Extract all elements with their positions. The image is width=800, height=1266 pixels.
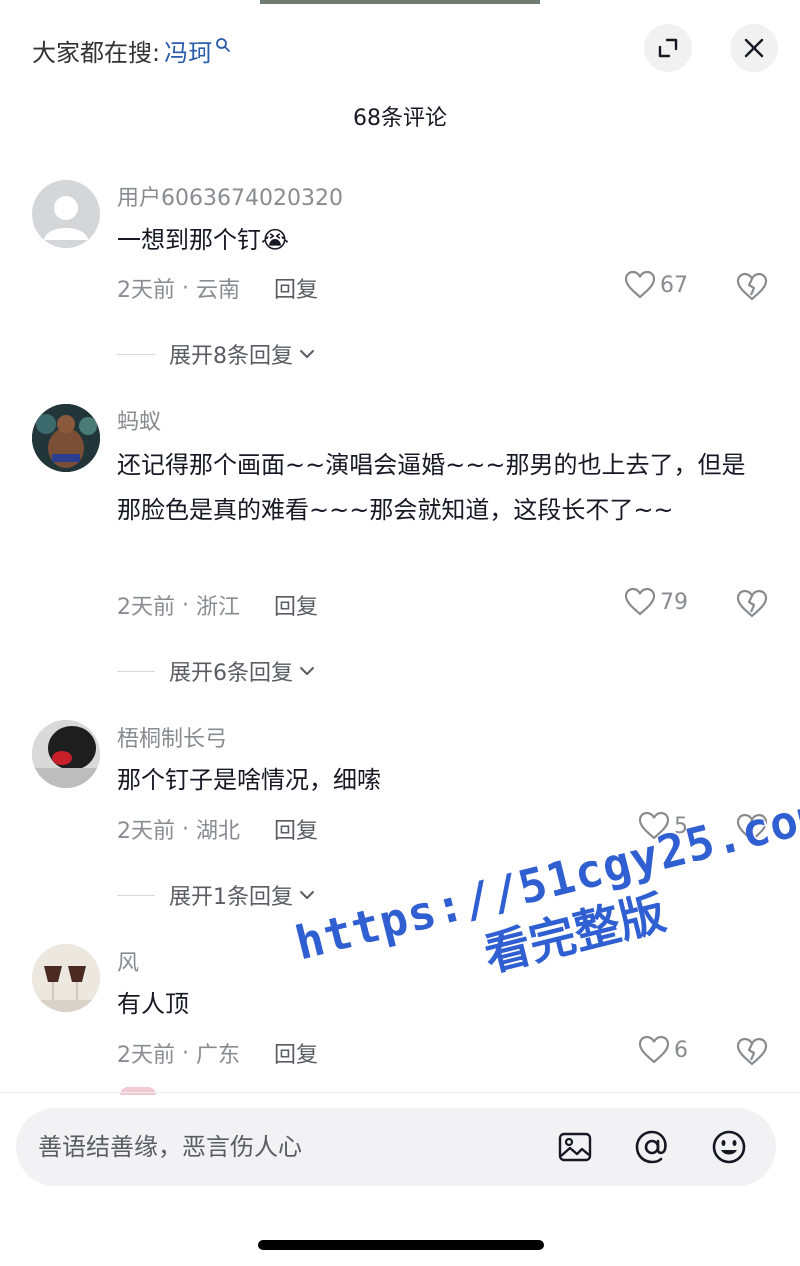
comment-location: 广东 [195, 1043, 240, 1068]
expand-button[interactable] [644, 24, 692, 72]
reply-button[interactable]: 回复 [274, 813, 318, 845]
reply-button[interactable]: 回复 [274, 589, 318, 621]
comment-input[interactable] [38, 1108, 538, 1186]
like-button[interactable]: 5 [638, 811, 688, 841]
comment-username[interactable]: 梧桐制长弓 [117, 721, 227, 753]
search-suggestion-keyword[interactable]: 冯珂 [164, 33, 212, 68]
expand-replies-button[interactable]: 展开6条回复 [117, 655, 317, 687]
watermark-url: https://51cgy25.com [290, 786, 800, 971]
home-indicator [258, 1240, 544, 1250]
expand-line [117, 353, 155, 355]
expand-line [117, 670, 155, 672]
comment-time: 2天前 [117, 278, 175, 303]
broken-heart-icon[interactable] [736, 271, 768, 303]
comment-meta: 2天前 · 湖北 回复 [117, 813, 318, 845]
comment-input-bar [16, 1108, 776, 1186]
heart-icon [638, 811, 670, 840]
next-comment-avatar [120, 1087, 156, 1095]
comment-username[interactable]: 风 [117, 945, 139, 977]
close-icon [744, 38, 764, 58]
comment-time: 2天前 [117, 595, 175, 620]
expand-icon [658, 38, 678, 58]
broken-heart-icon[interactable] [736, 1036, 768, 1068]
chevron-down-icon [300, 350, 314, 358]
reply-button[interactable]: 回复 [274, 1037, 318, 1069]
comment-meta: 2天前 · 浙江 回复 [117, 589, 318, 621]
comment-text: 那个钉子是啥情况，细嗦 [117, 766, 381, 794]
avatar-image [32, 720, 100, 788]
expand-replies-label: 展开8条回复 [169, 344, 293, 369]
expand-line [117, 894, 155, 896]
reply-button[interactable]: 回复 [274, 272, 318, 304]
comment-count-title: 68条评论 [353, 106, 447, 131]
search-suggestion-label: 大家都在搜: [32, 38, 161, 67]
comment-time: 2天前 [117, 819, 175, 844]
like-button[interactable]: 67 [624, 270, 688, 300]
comment-text: 还记得那个画面~~演唱会逼婚~~~那男的也上去了，但是那脸色是真的难看~~~那会… [117, 451, 746, 524]
broken-heart-icon[interactable] [736, 588, 768, 620]
search-suggestion[interactable]: 大家都在搜: 冯珂 [32, 30, 231, 70]
expand-replies-button[interactable]: 展开1条回复 [117, 879, 317, 911]
image-icon[interactable] [556, 1128, 594, 1166]
comment-location: 湖北 [195, 819, 240, 844]
divider [0, 1092, 800, 1093]
avatar[interactable] [32, 404, 100, 472]
like-button[interactable]: 6 [638, 1035, 688, 1065]
comment-username[interactable]: 蚂蚁 [117, 404, 161, 436]
comment-username[interactable]: 用户6063674020320 [117, 180, 343, 212]
close-button[interactable] [730, 24, 778, 72]
like-count: 6 [674, 1037, 688, 1063]
comment-meta: 2天前 · 云南 回复 [117, 272, 318, 304]
heart-icon [638, 1035, 670, 1064]
like-count: 67 [660, 272, 688, 298]
avatar[interactable] [32, 180, 100, 248]
expand-replies-label: 展开1条回复 [169, 885, 293, 910]
broken-heart-icon[interactable] [736, 812, 768, 844]
like-count: 79 [660, 589, 688, 615]
heart-icon [624, 587, 656, 616]
avatar-image [32, 404, 100, 472]
comment-text: 有人顶 [117, 990, 189, 1018]
heart-icon [624, 270, 656, 299]
like-count: 5 [674, 813, 688, 839]
avatar[interactable] [32, 944, 100, 1012]
comment-location: 云南 [195, 278, 240, 303]
avatar[interactable] [32, 720, 100, 788]
default-avatar-icon [44, 196, 88, 240]
chevron-down-icon [300, 891, 314, 899]
chevron-down-icon [300, 667, 314, 675]
expand-replies-button[interactable]: 展开8条回复 [117, 338, 317, 370]
expand-replies-label: 展开6条回复 [169, 661, 293, 686]
video-preview-strip [260, 0, 540, 4]
emoji-icon[interactable] [710, 1128, 748, 1166]
comment-meta: 2天前 · 广东 回复 [117, 1037, 318, 1069]
comment-text: 一想到那个钉😭 [117, 226, 290, 254]
search-icon [216, 38, 230, 52]
avatar-image [32, 944, 100, 1012]
at-icon[interactable] [633, 1128, 671, 1166]
like-button[interactable]: 79 [624, 587, 688, 617]
comment-time: 2天前 [117, 1043, 175, 1068]
comment-location: 浙江 [195, 595, 240, 620]
